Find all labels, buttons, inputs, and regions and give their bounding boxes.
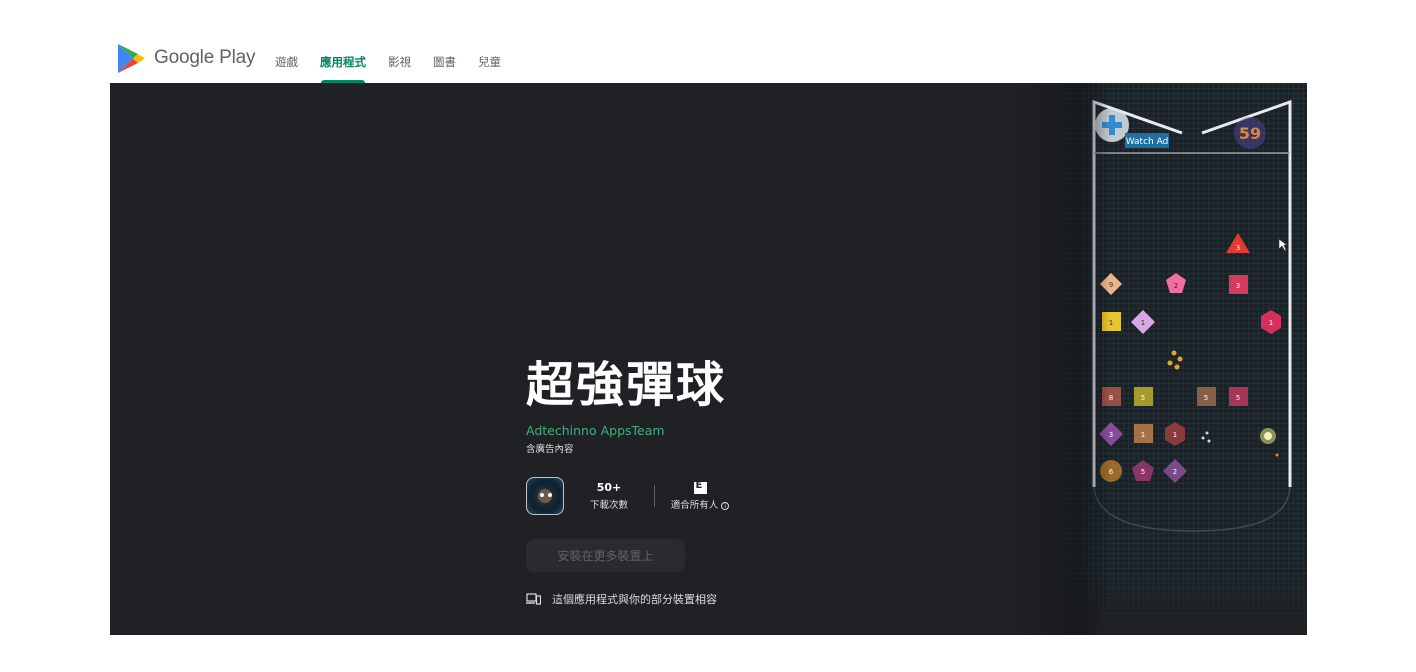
downloads-stat: 50+ 下載次數 xyxy=(564,481,654,511)
app-hero: Watch Ad 59 3 9 2 3 1 1 1 8 5 5 5 3 1 1 … xyxy=(110,83,1307,635)
nav-tab-books[interactable]: 圖書 xyxy=(422,40,467,83)
contains-ads-note: 含廣告內容 xyxy=(526,444,574,455)
block-label: 5 xyxy=(1141,468,1145,476)
downloads-value: 50+ xyxy=(596,481,622,494)
google-play-icon xyxy=(118,43,145,73)
rating-e-icon: E xyxy=(693,480,707,494)
block-label: 3 xyxy=(1236,282,1240,290)
block-label: 2 xyxy=(1174,282,1178,290)
nav-tab-apps[interactable]: 應用程式 xyxy=(309,40,377,83)
device-compatibility: 這個應用程式與你的部分裝置相容 xyxy=(526,591,717,607)
block-label: 2 xyxy=(1173,468,1177,476)
nav-tab-label: 兒童 xyxy=(478,54,501,69)
block-label: 5 xyxy=(1204,394,1208,402)
devices-icon xyxy=(526,593,541,605)
nav-tab-label: 圖書 xyxy=(433,54,456,69)
content-rating-stat: E 適合所有人 i xyxy=(655,480,745,511)
content-rating-text: 適合所有人 xyxy=(670,500,719,511)
block-label: 1 xyxy=(1269,319,1273,327)
block-label: 3 xyxy=(1236,244,1240,252)
top-nav: 遊戲 應用程式 影視 圖書 兒童 xyxy=(264,40,512,83)
info-icon[interactable]: i xyxy=(721,502,730,510)
block-label: 5 xyxy=(1141,394,1145,402)
app-title: 超強彈球 xyxy=(526,357,727,413)
block-label: 1 xyxy=(1141,319,1145,327)
developer-link[interactable]: Adtechinno AppsTeam xyxy=(526,423,665,438)
install-button[interactable]: 安裝在更多裝置上 xyxy=(526,539,685,572)
app-stats: 50+ 下載次數 E 適合所有人 i xyxy=(526,477,745,515)
hero-gradient-fade xyxy=(1010,83,1110,635)
nav-tab-movies[interactable]: 影視 xyxy=(377,40,422,83)
google-play-logo[interactable]: Google Play xyxy=(117,42,257,74)
app-icon xyxy=(526,477,564,515)
nav-tab-label: 遊戲 xyxy=(275,54,298,69)
block-label: 5 xyxy=(1236,394,1240,402)
nav-tab-label: 影視 xyxy=(388,54,411,69)
content-rating-label: 適合所有人 i xyxy=(671,497,730,511)
compatibility-text: 這個應用程式與你的部分裝置相容 xyxy=(552,593,717,606)
top-app-bar: Google Play 遊戲 應用程式 影視 圖書 兒童 xyxy=(0,0,1416,83)
logo-text: Google Play xyxy=(154,47,256,68)
nav-tab-games[interactable]: 遊戲 xyxy=(264,40,309,83)
block-label: 1 xyxy=(1141,431,1145,439)
watch-ad-label: Watch Ad xyxy=(1126,137,1169,147)
nav-tab-kids[interactable]: 兒童 xyxy=(467,40,512,83)
block-label: 1 xyxy=(1173,431,1177,439)
score-counter: 59 xyxy=(1239,124,1261,143)
content-rating-badge: E xyxy=(693,480,707,496)
downloads-label: 下載次數 xyxy=(589,500,628,511)
nav-tab-label: 應用程式 xyxy=(320,54,366,69)
rating-badge-letter: E xyxy=(695,480,703,491)
